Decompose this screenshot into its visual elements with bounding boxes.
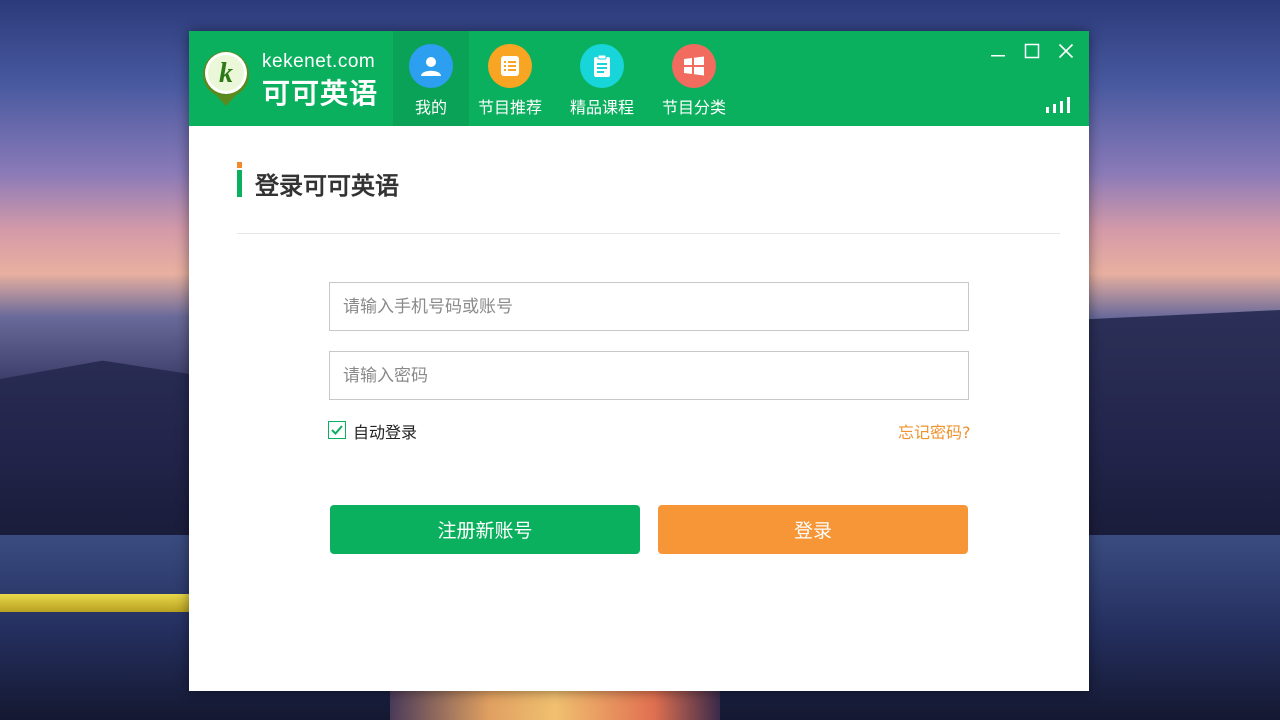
tab-program-recommend[interactable]: 节目推荐 [472,31,548,126]
auto-login-label[interactable]: 自动登录 [353,419,417,443]
tab-program-recommend-label: 节目推荐 [477,98,542,117]
signal-strength-icon [1046,97,1070,113]
maximize-button[interactable] [1020,39,1044,63]
kekenet-logo-icon: k [203,51,249,106]
wallpaper-dock [0,594,189,612]
auto-login-checkbox[interactable] [328,421,346,439]
wallpaper-reflection [390,690,720,720]
tab-premium-courses[interactable]: 精品课程 [564,31,640,126]
user-icon [409,44,453,88]
account-input[interactable] [329,282,969,331]
tab-my-label: 我的 [414,98,447,117]
logo-brand-text: 可可英语 [262,77,379,110]
heading-accent-orange [237,162,242,168]
windows-grid-icon [672,44,716,88]
clipboard-icon [580,44,624,88]
heading-divider [237,233,1060,234]
close-button[interactable] [1054,39,1078,63]
heading-accent-green [237,170,242,197]
minimize-icon [991,55,1005,57]
tab-program-categories-label: 节目分类 [661,98,726,117]
forgot-password-link[interactable]: 忘记密码? [898,419,971,443]
app-window: k kekenet.com 可可英语 我的 节目推荐 精品课程 节目分类 登录可… [189,31,1089,691]
document-list-icon [488,44,532,88]
login-button[interactable]: 登录 [658,505,968,554]
page-title: 登录可可英语 [255,172,399,200]
close-icon [1058,43,1074,59]
tab-my[interactable]: 我的 [393,31,469,126]
register-button[interactable]: 注册新账号 [330,505,640,554]
logo-letter: k [219,58,233,89]
tab-program-categories[interactable]: 节目分类 [656,31,732,126]
login-panel: 登录可可英语 自动登录 忘记密码? 注册新账号 登录 [189,126,1089,691]
minimize-button[interactable] [986,39,1010,63]
logo-domain-text: kekenet.com [262,51,376,72]
tab-premium-courses-label: 精品课程 [569,98,634,117]
checkmark-icon [331,425,343,435]
password-input[interactable] [329,351,969,400]
title-bar[interactable]: k kekenet.com 可可英语 我的 节目推荐 精品课程 节目分类 [189,31,1089,126]
maximize-icon [1024,43,1040,59]
